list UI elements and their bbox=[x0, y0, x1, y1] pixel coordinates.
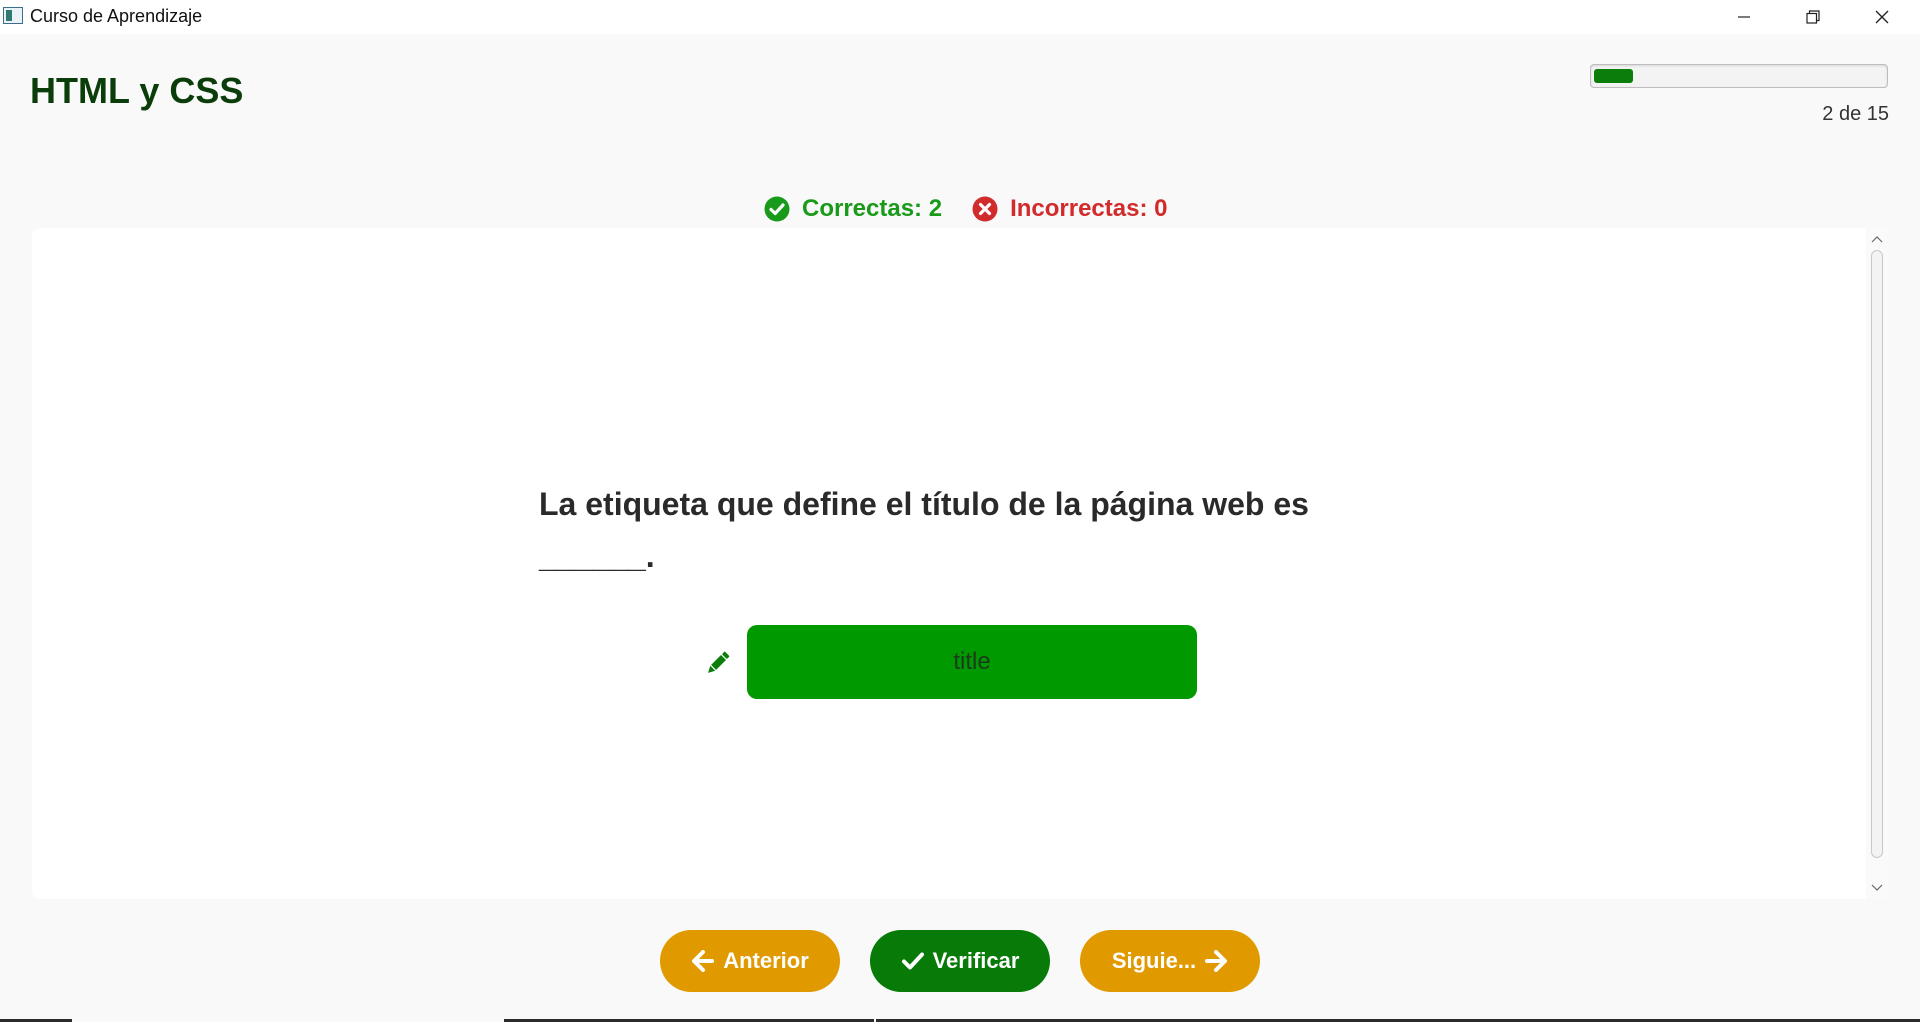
pencil-icon bbox=[708, 651, 730, 673]
restore-icon bbox=[1806, 10, 1820, 24]
verify-label: Verificar bbox=[932, 948, 1020, 973]
arrow-right-icon bbox=[1205, 950, 1228, 972]
card-scrollbar[interactable] bbox=[1866, 228, 1888, 899]
incorrect-label: Incorrectas: 0 bbox=[1010, 195, 1168, 222]
close-icon bbox=[1875, 10, 1889, 24]
correct-label: Correctas: 2 bbox=[802, 195, 943, 222]
check-circle-icon bbox=[764, 196, 790, 222]
arrow-left-icon bbox=[692, 950, 715, 972]
close-button[interactable] bbox=[1847, 0, 1917, 34]
window-title: Curso de Aprendizaje bbox=[30, 6, 203, 26]
scroll-down-button[interactable] bbox=[1869, 880, 1885, 896]
next-label: Siguie... bbox=[1111, 948, 1197, 973]
progress-bar bbox=[1590, 64, 1888, 88]
verify-button[interactable]: Verificar bbox=[870, 930, 1050, 992]
next-button[interactable]: Siguie... bbox=[1080, 930, 1260, 992]
correct-count: Correctas: 2 bbox=[764, 195, 942, 223]
previous-button[interactable]: Anterior bbox=[660, 930, 840, 992]
check-icon bbox=[901, 952, 924, 970]
app-icon bbox=[3, 7, 23, 24]
score-summary: Correctas: 2 Incorrectas: 0 bbox=[764, 193, 1167, 225]
course-title: HTML y CSS bbox=[30, 70, 244, 111]
scroll-thumb[interactable] bbox=[1871, 250, 1883, 858]
restore-button[interactable] bbox=[1778, 0, 1848, 34]
previous-label: Anterior bbox=[723, 948, 809, 973]
minimize-button[interactable] bbox=[1709, 0, 1779, 34]
window-titlebar: Curso de Aprendizaje bbox=[0, 0, 1920, 34]
chevron-down-icon bbox=[1871, 884, 1883, 891]
progress-counter: 2 de 15 bbox=[1822, 103, 1889, 125]
x-circle-icon bbox=[972, 196, 998, 222]
minimize-icon bbox=[1738, 16, 1750, 18]
answer-input[interactable] bbox=[747, 625, 1197, 699]
incorrect-count: Incorrectas: 0 bbox=[972, 195, 1167, 223]
question-text: La etiqueta que define el título de la p… bbox=[539, 486, 1309, 574]
scroll-up-button[interactable] bbox=[1869, 231, 1885, 247]
chevron-up-icon bbox=[1871, 236, 1883, 243]
progress-fill bbox=[1594, 69, 1633, 83]
